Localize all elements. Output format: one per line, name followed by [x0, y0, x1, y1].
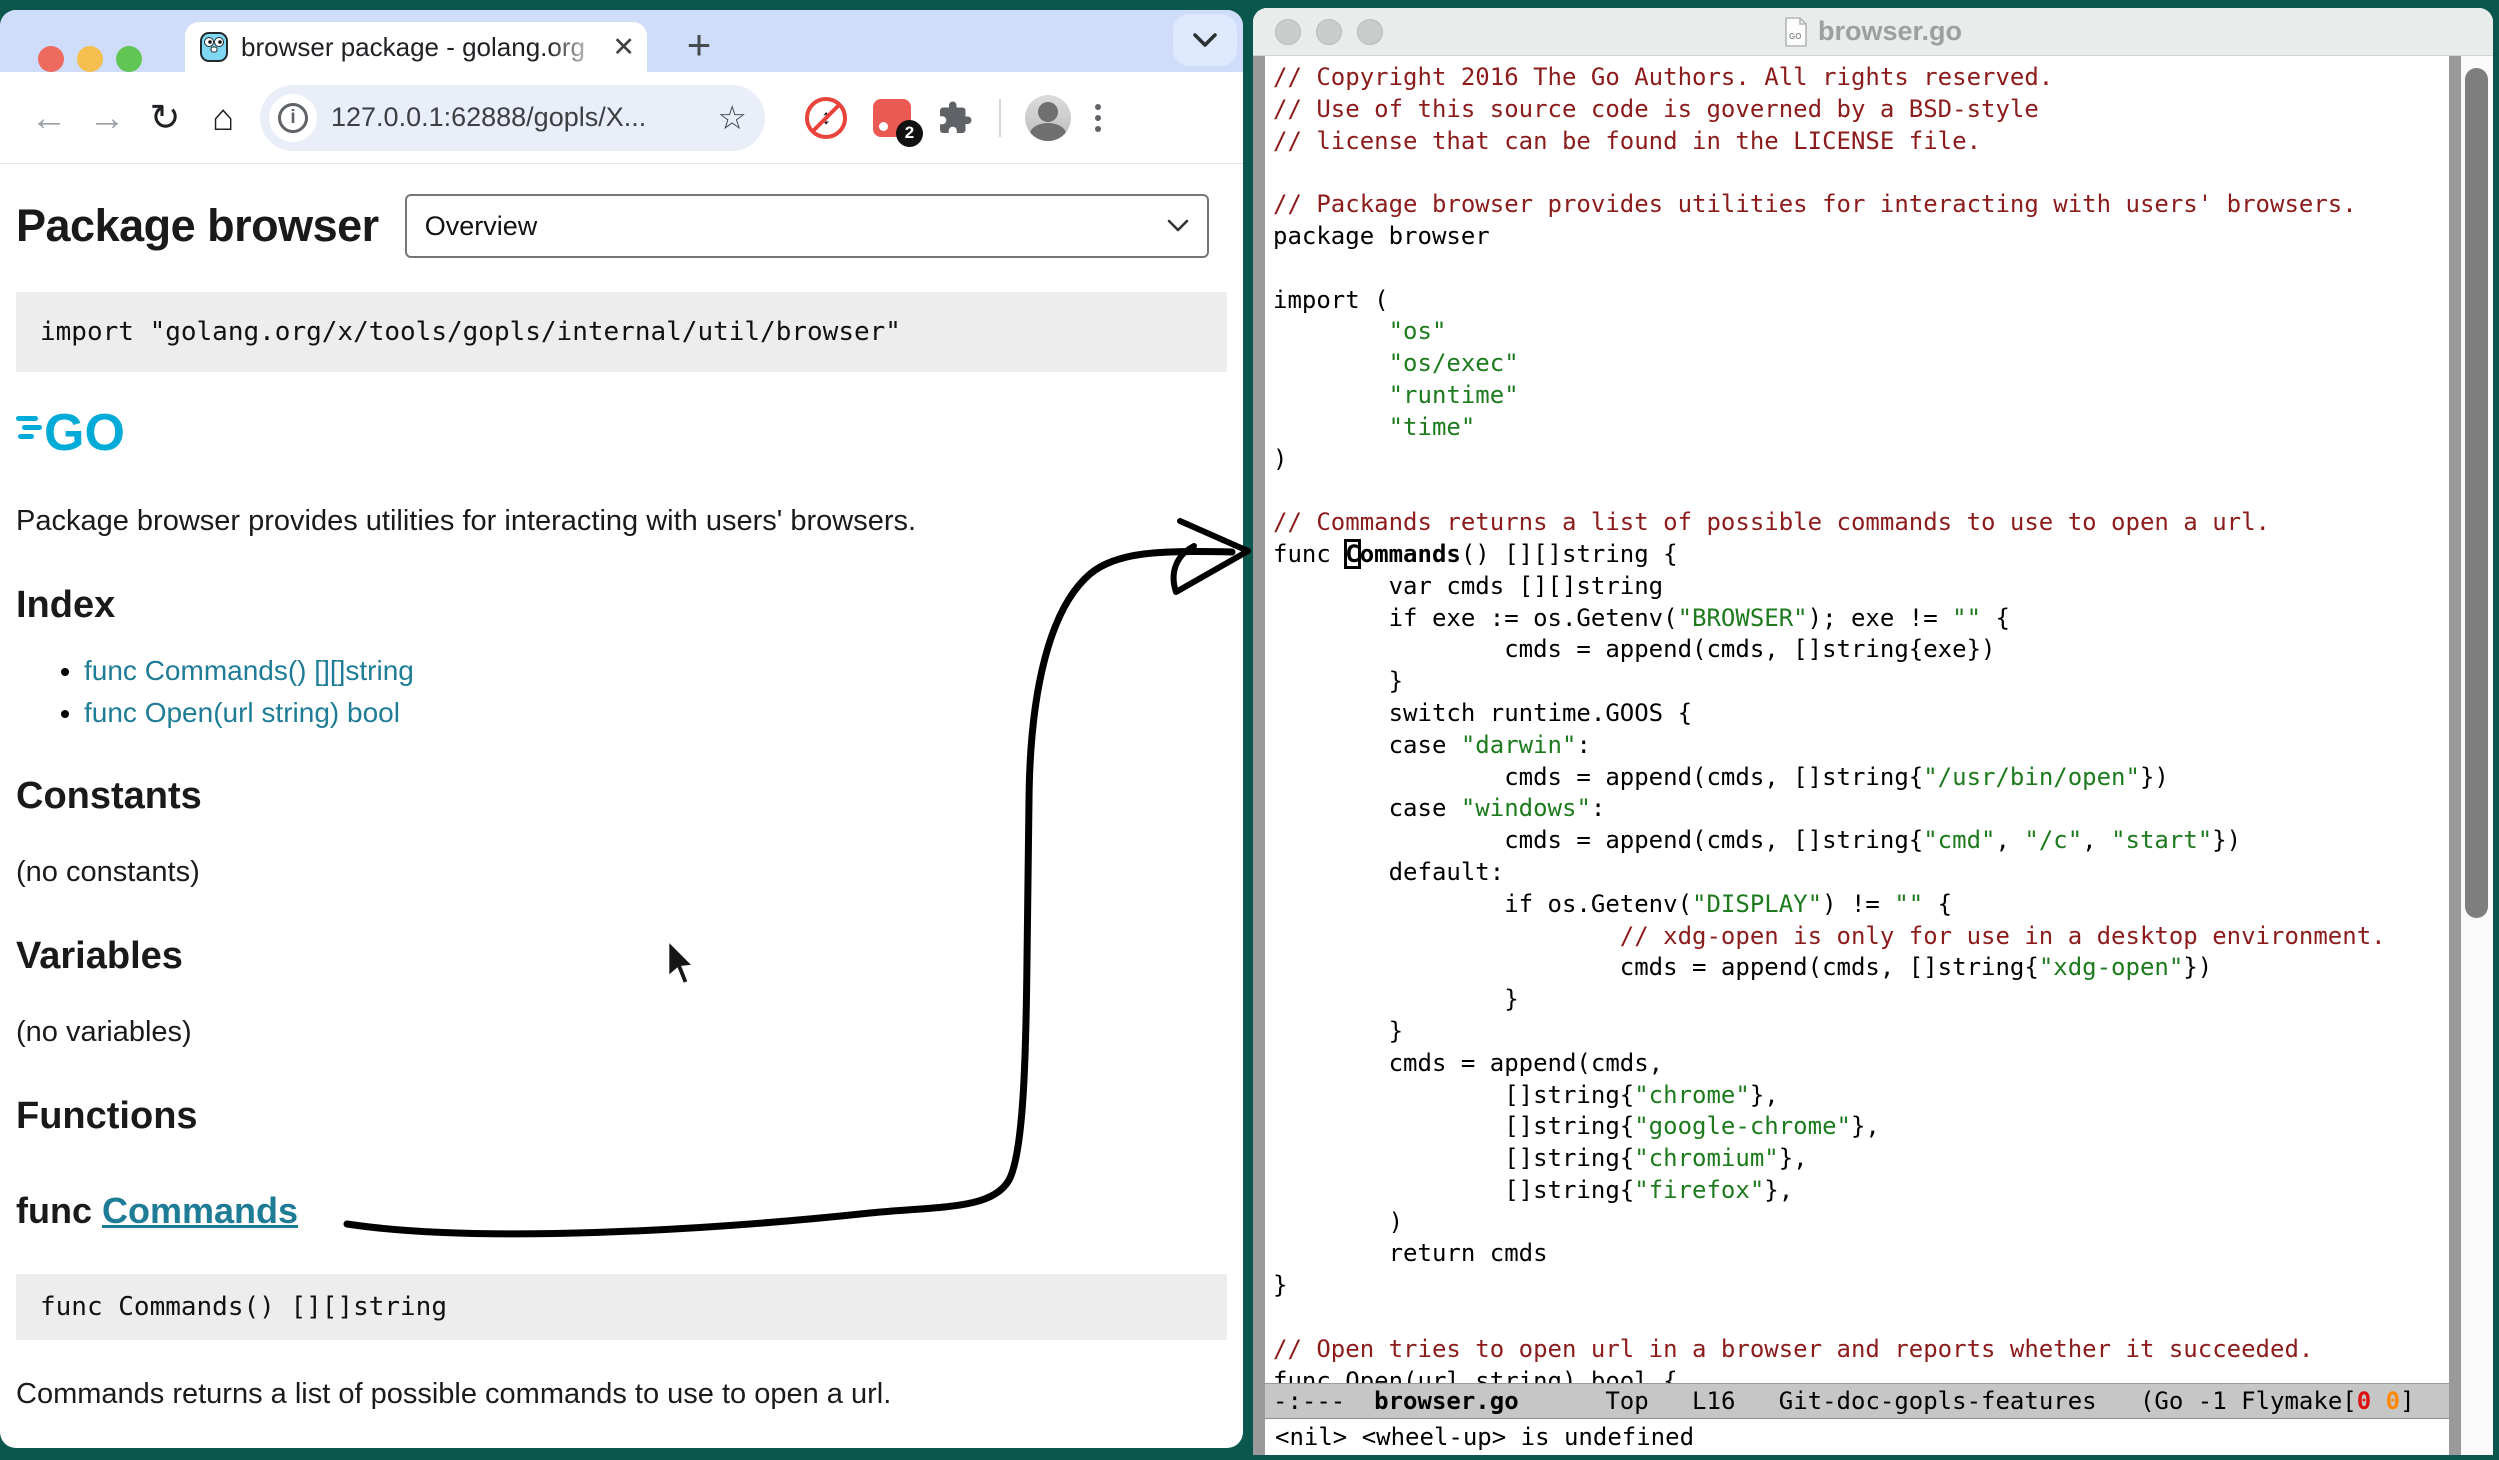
extension-badge: 2 [896, 120, 923, 147]
doc-section-select[interactable]: Overview [405, 194, 1209, 258]
index-link-commands[interactable]: func Commands() [][]string [84, 655, 414, 686]
index-link-open[interactable]: func Open(url string) bool [84, 697, 400, 728]
page-title: Package browser [16, 200, 379, 252]
tab-strip: browser package - golang.org ✕ + [0, 10, 1243, 72]
zoom-window-button[interactable] [116, 46, 142, 72]
extensions-puzzle-icon[interactable] [937, 100, 973, 136]
emacs-window-controls [1275, 19, 1383, 45]
browser-tab[interactable]: browser package - golang.org ✕ [185, 22, 647, 72]
emacs-window: GO browser.go // Copyright 2016 The Go A… [1253, 8, 2493, 1455]
home-icon[interactable]: ⌂ [194, 97, 252, 139]
go-logo: GO [16, 398, 128, 462]
code-area[interactable]: // Copyright 2016 The Go Authors. All ri… [1265, 56, 2449, 1383]
noscroll-extension-icon[interactable]: ↕ [805, 97, 847, 139]
browser-toolbar: ← → ↻ ⌂ i 127.0.0.1:62888/gopls/X... ☆ ↕… [0, 72, 1243, 164]
functions-heading: Functions [16, 1095, 1227, 1138]
close-window-button[interactable] [1275, 19, 1301, 45]
index-list: func Commands() [][]string func Open(url… [16, 655, 1227, 729]
address-bar[interactable]: i 127.0.0.1:62888/gopls/X... ☆ [260, 85, 765, 151]
scrollbar-thumb[interactable] [2465, 68, 2488, 918]
site-info-button[interactable]: i [269, 94, 317, 142]
constants-empty: (no constants) [16, 856, 1227, 889]
svg-text:GO: GO [44, 404, 125, 462]
tab-title: browser package - golang.org [241, 32, 604, 63]
func-description: Commands returns a list of possible comm… [16, 1378, 1227, 1411]
index-heading: Index [16, 584, 1227, 627]
new-tab-button[interactable]: + [672, 18, 726, 72]
emacs-title-bar: GO browser.go [1253, 8, 2493, 56]
variables-empty: (no variables) [16, 1016, 1227, 1049]
func-commands-link[interactable]: Commands [102, 1190, 298, 1231]
browser-window: browser package - golang.org ✕ + ← → ↻ ⌂… [0, 10, 1243, 1448]
doc-page: Package browser Overview import "golang.… [0, 194, 1243, 1411]
constants-heading: Constants [16, 775, 1227, 818]
info-icon: i [278, 103, 308, 133]
list-item: func Commands() [][]string [84, 655, 1227, 687]
echo-area: <nil> <wheel-up> is undefined [1265, 1419, 2449, 1455]
tab-search-chevron-button[interactable] [1173, 14, 1237, 66]
gopher-favicon-icon [199, 32, 229, 62]
variables-heading: Variables [16, 935, 1227, 978]
close-window-button[interactable] [38, 46, 64, 72]
emacs-window-title: GO browser.go [1784, 16, 1962, 47]
func-signature-code-block: func Commands() [][]string [16, 1274, 1227, 1340]
minimize-window-button[interactable] [1316, 19, 1342, 45]
zoom-window-button[interactable] [1357, 19, 1383, 45]
mode-line: -:--- browser.go Top L16 Git-doc-gopls-f… [1265, 1383, 2449, 1419]
red-extension-icon[interactable]: 2 [873, 99, 911, 137]
bookmark-star-icon[interactable]: ☆ [717, 98, 747, 137]
doc-intro: Package browser provides utilities for i… [16, 505, 1227, 538]
left-scrollbar-strip [1253, 56, 1265, 1455]
menu-kebab-icon[interactable] [1095, 104, 1101, 132]
scrollbar-track[interactable] [2461, 56, 2493, 1455]
doc-section-selected: Overview [425, 211, 538, 242]
back-icon[interactable]: ← [20, 97, 78, 139]
profile-avatar[interactable] [1025, 95, 1071, 141]
url-text[interactable]: 127.0.0.1:62888/gopls/X... [331, 102, 717, 133]
select-chevron-icon [1167, 219, 1189, 233]
right-scrollbar-strip [2449, 56, 2461, 1455]
document-icon: GO [1784, 17, 1808, 47]
extension-icons: ↕ 2 [805, 97, 973, 139]
list-item: func Open(url string) bool [84, 697, 1227, 729]
chevron-down-icon [1192, 32, 1218, 48]
minimize-window-button[interactable] [77, 46, 103, 72]
toolbar-separator [999, 99, 1001, 137]
tab-close-icon[interactable]: ✕ [612, 32, 635, 63]
reload-icon[interactable]: ↻ [136, 96, 194, 139]
import-code-block: import "golang.org/x/tools/gopls/interna… [16, 292, 1227, 372]
window-controls [38, 46, 142, 72]
func-commands-heading: func Commands [16, 1190, 1227, 1232]
forward-icon[interactable]: → [78, 97, 136, 139]
svg-text:GO: GO [1789, 32, 1801, 41]
